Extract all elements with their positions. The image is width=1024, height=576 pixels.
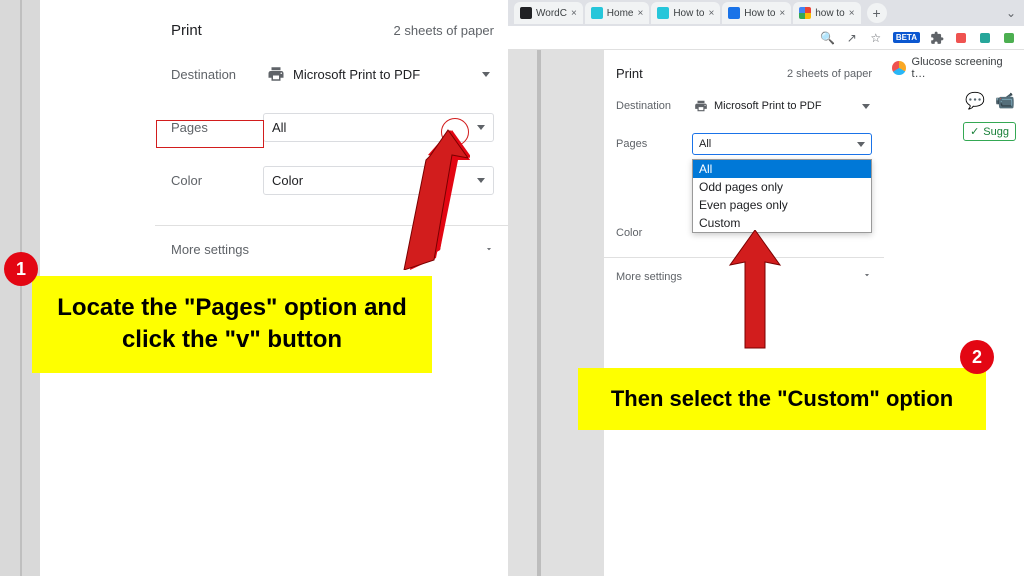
meet-icon[interactable]: 📹 <box>996 92 1014 110</box>
share-icon[interactable]: ↗ <box>845 31 859 45</box>
printer-icon <box>694 99 708 113</box>
pages-label: Pages <box>171 120 263 135</box>
chevron-down-icon <box>484 242 494 257</box>
doc-icon <box>892 61 906 75</box>
chat-icon[interactable]: 💬 <box>966 92 984 110</box>
close-tab-icon[interactable]: × <box>779 8 785 19</box>
pages-value: All <box>272 120 286 135</box>
caret-down-icon <box>477 125 485 130</box>
print-title: Print <box>616 66 643 81</box>
annotation-arrow-1b <box>382 128 468 270</box>
close-tab-icon[interactable]: × <box>849 8 855 19</box>
ext-icon[interactable] <box>954 31 968 45</box>
caret-down-icon <box>862 104 870 109</box>
favicon-icon <box>799 7 811 19</box>
favicon-icon <box>520 7 532 19</box>
browser-toolbar: 🔍 ↗ ☆ BETA <box>508 26 1024 50</box>
pages-option-all[interactable]: All <box>693 160 871 178</box>
destination-label: Destination <box>616 100 692 112</box>
caret-down-icon <box>857 142 865 147</box>
ext-icon[interactable] <box>1002 31 1016 45</box>
close-tab-icon[interactable]: × <box>637 8 643 19</box>
chevron-down-icon <box>862 270 872 283</box>
step-badge-1: 1 <box>4 252 38 286</box>
browser-tab[interactable]: WordC × <box>514 2 583 24</box>
check-icon: ✓ <box>970 125 979 138</box>
ext-icon[interactable] <box>978 31 992 45</box>
annotation-arrow-2 <box>720 230 790 350</box>
print-sheet-count: 2 sheets of paper <box>394 23 494 38</box>
tab-title: How to <box>673 8 704 19</box>
zoom-icon[interactable]: 🔍 <box>821 31 835 45</box>
browser-tab[interactable]: How to × <box>651 2 720 24</box>
doc-title: Glucose screening t… <box>912 56 1016 80</box>
pages-select[interactable]: All <box>692 133 872 155</box>
more-settings-label: More settings <box>171 242 249 257</box>
new-tab-button[interactable]: + <box>867 3 887 23</box>
close-tab-icon[interactable]: × <box>571 8 577 19</box>
tab-title: how to <box>815 8 844 19</box>
tab-title: How to <box>744 8 775 19</box>
tab-overflow-icon[interactable]: ⌄ <box>1006 6 1016 20</box>
destination-value: Microsoft Print to PDF <box>714 100 822 112</box>
browser-tab[interactable]: how to × <box>793 2 860 24</box>
printer-icon <box>267 65 285 83</box>
destination-label: Destination <box>171 67 263 82</box>
color-value: Color <box>272 173 303 188</box>
page-right-content: Glucose screening t… 💬 📹 ✓ Sugg <box>884 50 1024 576</box>
print-sheet-count: 2 sheets of paper <box>787 68 872 80</box>
color-label: Color <box>616 227 692 239</box>
step-badge-2: 2 <box>960 340 994 374</box>
more-settings-label: More settings <box>616 271 682 283</box>
callout-step-2: Then select the "Custom" option <box>578 368 986 430</box>
extensions-icon[interactable] <box>930 31 944 45</box>
browser-tab[interactable]: How to × <box>722 2 791 24</box>
tab-title: WordC <box>536 8 567 19</box>
browser-chrome: WordC × Home × How to × How to × how to <box>508 0 1024 50</box>
destination-select[interactable]: Microsoft Print to PDF <box>263 59 494 89</box>
beta-badge: BETA <box>893 32 920 43</box>
close-tab-icon[interactable]: × <box>708 8 714 19</box>
destination-value: Microsoft Print to PDF <box>293 67 420 82</box>
star-icon[interactable]: ☆ <box>869 31 883 45</box>
browser-tab[interactable]: Home × <box>585 2 650 24</box>
caret-down-icon <box>477 178 485 183</box>
pages-label: Pages <box>616 138 692 150</box>
doc-preview-right <box>508 50 604 576</box>
tab-title: Home <box>607 8 634 19</box>
caret-down-icon <box>482 72 490 77</box>
color-label: Color <box>171 173 263 188</box>
callout-step-1: Locate the "Pages" option and click the … <box>32 276 432 373</box>
destination-select[interactable]: Microsoft Print to PDF <box>692 95 872 117</box>
pages-dropdown: All Odd pages only Even pages only Custo… <box>692 159 872 233</box>
suggestions-label: Sugg <box>983 126 1009 138</box>
suggestions-button[interactable]: ✓ Sugg <box>963 122 1016 141</box>
pages-option-odd[interactable]: Odd pages only <box>693 178 871 196</box>
pages-value: All <box>699 138 711 150</box>
print-title: Print <box>171 22 202 39</box>
pages-option-even[interactable]: Even pages only <box>693 196 871 214</box>
favicon-icon <box>591 7 603 19</box>
favicon-icon <box>657 7 669 19</box>
favicon-icon <box>728 7 740 19</box>
